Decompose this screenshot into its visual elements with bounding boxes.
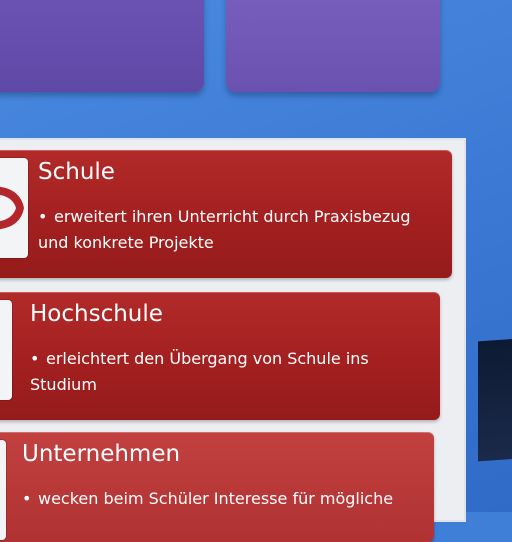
bullet-dot: • (38, 207, 48, 226)
card-title: Hochschule (30, 301, 163, 327)
card-hochschule[interactable]: Hochschule • erleichtert den Übergang von… (0, 292, 440, 420)
card-unternehmen[interactable]: Unternehmen • wecken beim Schüler Interes… (0, 432, 434, 542)
bullet-dot: • (22, 489, 32, 508)
menu-tile-2[interactable] (226, 0, 440, 92)
card-bullet: • erleichtert den Übergang von Schule ins… (30, 346, 390, 398)
card-bullet: • erweitert ihren Unterricht durch Praxis… (38, 204, 418, 256)
bullet-text: erweitert ihren Unterricht durch Praxisb… (38, 207, 411, 252)
card-title: Unternehmen (22, 441, 181, 467)
card-bullet: • wecken beim Schüler Interesse für mögli… (22, 486, 402, 512)
bullet-text: wecken beim Schüler Interesse für möglic… (38, 489, 394, 508)
bullet-dot: • (30, 349, 40, 368)
menu-tile-1[interactable] (0, 0, 204, 92)
cycle-arrows-icon (0, 300, 12, 400)
bullet-text: erleichtert den Übergang von Schule ins … (30, 349, 369, 394)
cycle-arrows-icon (0, 440, 6, 540)
cycle-arrows-icon (0, 158, 28, 258)
card-title: Schule (38, 159, 115, 185)
screen-edge (478, 338, 512, 462)
card-schule[interactable]: Schule • erweitert ihren Unterricht durch… (0, 150, 452, 278)
